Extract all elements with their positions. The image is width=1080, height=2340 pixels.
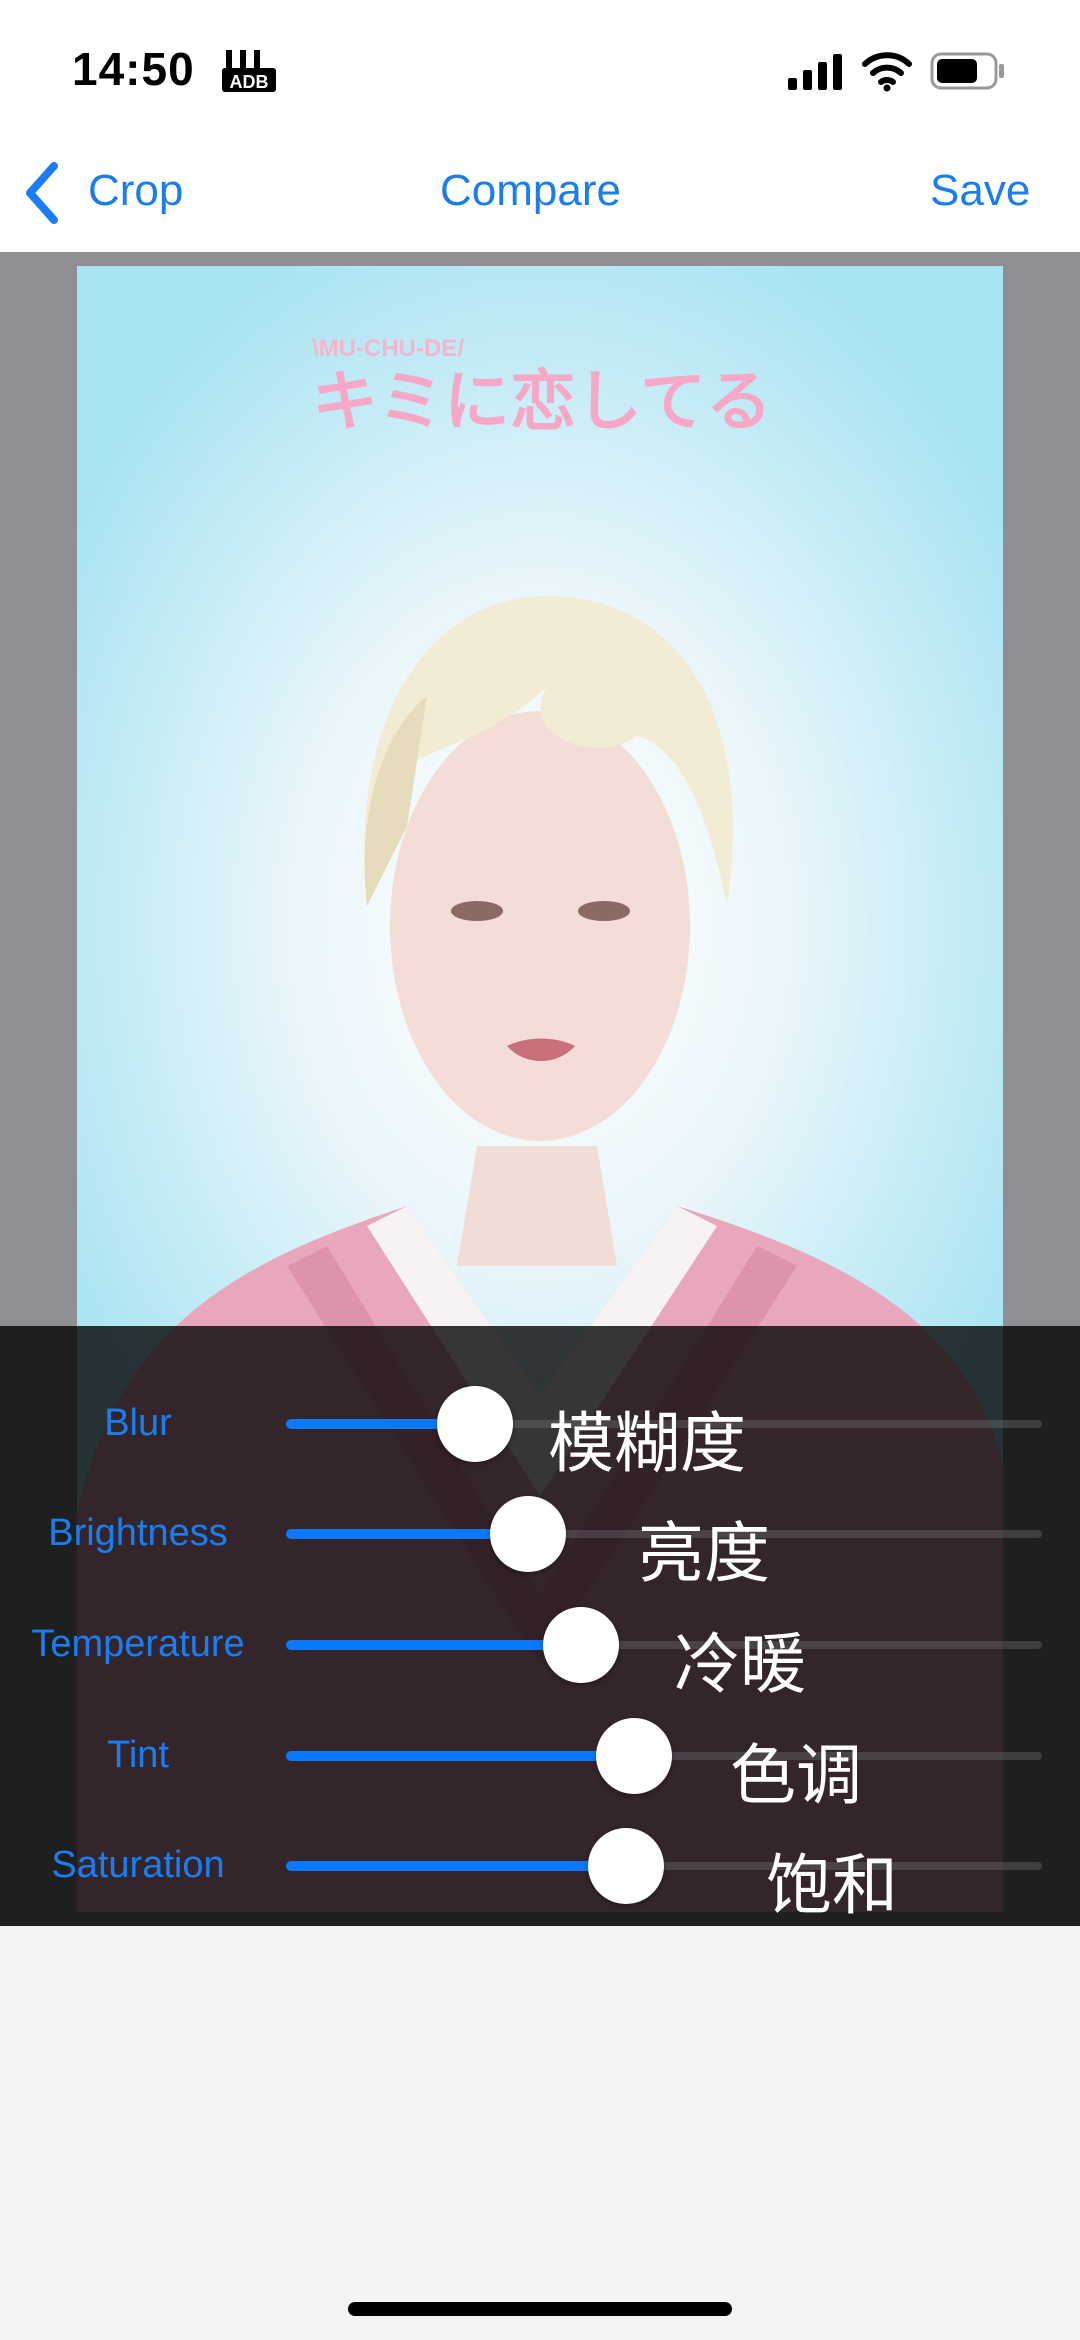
home-indicator[interactable] (348, 2302, 732, 2316)
adjust-row-brightness: Brightness 亮度 (0, 1492, 1080, 1592)
save-button[interactable]: Save (930, 166, 1030, 216)
brightness-slider-thumb[interactable] (489, 1496, 566, 1572)
adjustments-panel: Blur 模糊度 Brightness 亮度 Temperature 冷暖 Ti… (0, 1326, 1080, 1926)
temperature-slider-fill (286, 1640, 581, 1650)
brightness-label: Brightness (48, 1512, 228, 1554)
temperature-slider-thumb[interactable] (542, 1607, 619, 1683)
status-time: 14:50 (72, 43, 195, 95)
photo-logo-small: \MU-CHU-DE/ (312, 335, 464, 362)
tint-slider-thumb[interactable] (595, 1718, 672, 1794)
tint-slider-fill (286, 1751, 634, 1761)
status-bar: 14:50 ADB (0, 0, 1080, 140)
temperature-label: Temperature (31, 1623, 245, 1665)
compare-button[interactable]: Compare (440, 166, 621, 216)
chevron-left-icon[interactable] (22, 160, 62, 226)
nav-bar: Crop Compare Save (0, 140, 1080, 252)
adjust-row-temperature: Temperature 冷暖 (0, 1603, 1080, 1703)
adjust-row-saturation: Saturation 饱和 (0, 1824, 1080, 1924)
tint-note: 色调 (730, 1737, 862, 1814)
tint-label: Tint (107, 1734, 169, 1776)
wifi-icon (862, 52, 912, 92)
saturation-label: Saturation (51, 1844, 225, 1886)
crop-back-button[interactable]: Crop (88, 166, 183, 216)
wallet-adb-icon: ADB (222, 50, 276, 92)
svg-text:ADB: ADB (230, 72, 269, 92)
blur-note: 模糊度 (548, 1405, 746, 1482)
saturation-slider-thumb[interactable] (588, 1828, 665, 1904)
cellular-signal-icon (788, 54, 842, 90)
battery-icon (930, 52, 1004, 90)
photo-logo-main: キミに恋してる (312, 363, 772, 440)
adjust-row-blur: Blur 模糊度 (0, 1382, 1080, 1482)
saturation-note: 饱和 (766, 1847, 898, 1924)
adjust-row-tint: Tint 色调 (0, 1714, 1080, 1814)
saturation-slider-fill (286, 1861, 627, 1871)
blur-slider-thumb[interactable] (437, 1386, 513, 1462)
brightness-note: 亮度 (638, 1515, 770, 1592)
temperature-note: 冷暖 (674, 1626, 806, 1703)
blur-label: Blur (104, 1402, 172, 1444)
